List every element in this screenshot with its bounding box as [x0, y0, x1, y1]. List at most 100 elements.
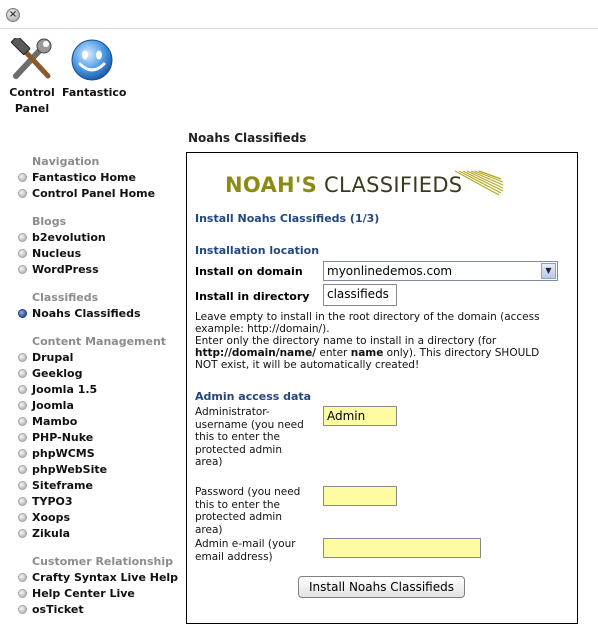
sidebar-head-content-management: Content Management — [32, 335, 167, 348]
help-line: example: http://domain/). — [195, 323, 330, 335]
password-input[interactable] — [323, 486, 397, 506]
active-bullet-icon — [18, 309, 27, 318]
sidebar-item-label: Siteframe — [32, 479, 93, 492]
sidebar-item-label: TYPO3 — [32, 495, 73, 508]
install-button[interactable]: Install Noahs Classifieds — [298, 576, 465, 598]
help-line: http://domain/name/ enter name only). Th… — [195, 347, 565, 359]
sidebar-item-label: Help Center Live — [32, 587, 135, 600]
window-titlebar: × — [0, 0, 598, 29]
sidebar-item-label: Geeklog — [32, 367, 83, 380]
sidebar-item-label: Drupal — [32, 351, 74, 364]
bullet-icon — [18, 529, 27, 538]
sidebar-item-geeklog[interactable]: Geeklog — [18, 367, 82, 380]
sidebar-item-help-center-live[interactable]: Help Center Live — [18, 587, 135, 600]
help-name-example: name — [350, 347, 384, 359]
label-line: area) — [195, 523, 223, 536]
noahs-classifieds-logo: NOAH'S CLASSIFIEDS — [225, 173, 462, 197]
domain-label: Install on domain — [195, 265, 303, 278]
sidebar-item-b2evolution[interactable]: b2evolution — [18, 231, 106, 244]
bullet-icon — [18, 189, 27, 198]
bullet-icon — [18, 481, 27, 490]
label-line: username (you need — [195, 418, 304, 431]
admin-access-heading: Admin access data — [195, 390, 312, 403]
control-panel-button[interactable]: Control Panel — [6, 38, 58, 117]
sidebar-item-drupal[interactable]: Drupal — [18, 351, 73, 364]
label-line: Admin e-mail (your — [195, 538, 296, 550]
sidebar-item-label: Noahs Classifieds — [32, 307, 141, 320]
sidebar-item-crafty-syntax[interactable]: Crafty Syntax Live Help — [18, 571, 178, 584]
help-line: Leave empty to install in the root direc… — [195, 311, 540, 323]
directory-help-text: Leave empty to install in the root direc… — [195, 311, 565, 371]
bullet-icon — [18, 589, 27, 598]
sidebar-item-noahs-classifieds[interactable]: Noahs Classifieds — [18, 307, 141, 320]
sidebar-item-label: Fantastico Home — [32, 171, 136, 184]
sidebar-item-label: Nucleus — [32, 247, 82, 260]
install-panel: NOAH'S CLASSIFIEDS Install Noahs Classif… — [186, 152, 578, 624]
sidebar-item-label: Mambo — [32, 415, 78, 428]
sidebar-item-osticket[interactable]: osTicket — [18, 603, 84, 616]
close-icon[interactable]: × — [6, 8, 20, 22]
admin-email-input[interactable] — [323, 538, 481, 558]
control-panel-label-line2: Panel — [14, 102, 50, 115]
sidebar-item-fantastico-home[interactable]: Fantastico Home — [18, 171, 136, 184]
chevron-down-icon[interactable]: ▼ — [541, 263, 556, 279]
sidebar-item-siteframe[interactable]: Siteframe — [18, 479, 93, 492]
label-line: protected admin — [195, 443, 283, 456]
logo-text-noahs: NOAH'S — [225, 173, 318, 197]
sidebar-item-label: phpWCMS — [32, 447, 95, 460]
bullet-icon — [18, 173, 27, 182]
logo-swoosh-icon — [455, 170, 504, 196]
label-line: Administrator- — [195, 406, 270, 418]
sidebar-item-wordpress[interactable]: WordPress — [18, 263, 99, 276]
fantastico-button[interactable]: Fantastico — [62, 38, 126, 101]
label-line: Password (you need — [195, 486, 301, 498]
sidebar-item-phpwcms[interactable]: phpWCMS — [18, 447, 95, 460]
sidebar-item-typo3[interactable]: TYPO3 — [18, 495, 73, 508]
sidebar-item-label: WordPress — [32, 263, 99, 276]
step-title: Install Noahs Classifieds (1/3) — [195, 212, 380, 225]
sidebar-item-nucleus[interactable]: Nucleus — [18, 247, 81, 260]
admin-username-label: Administrator- username (you need this t… — [195, 406, 304, 469]
domain-select-value: myonlinedemos.com — [327, 264, 453, 278]
directory-input[interactable]: classifieds — [323, 284, 397, 306]
bullet-icon — [18, 605, 27, 614]
sidebar-item-label: Joomla 1.5 — [32, 383, 98, 396]
bullet-icon — [18, 233, 27, 242]
bullet-icon — [18, 417, 27, 426]
sidebar-item-phpwebsite[interactable]: phpWebSite — [18, 463, 107, 476]
label-line: area) — [195, 456, 223, 468]
help-line: Enter only the directory name to install… — [195, 335, 497, 347]
page-title: Noahs Classifieds — [188, 131, 307, 145]
help-text: only). This directory SHOULD — [383, 347, 540, 359]
bullet-icon — [18, 369, 27, 378]
sidebar-item-xoops[interactable]: Xoops — [18, 511, 70, 524]
bullet-icon — [18, 249, 27, 258]
sidebar-item-label: Xoops — [32, 511, 71, 524]
help-line: NOT exist, it will be automatically crea… — [195, 359, 420, 371]
sidebar-item-label: phpWebSite — [32, 463, 108, 476]
sidebar-head-classifieds: Classifieds — [32, 291, 99, 304]
bullet-icon — [18, 513, 27, 522]
bullet-icon — [18, 433, 27, 442]
sidebar-item-joomla-15[interactable]: Joomla 1.5 — [18, 383, 97, 396]
admin-username-input[interactable]: Admin — [323, 406, 397, 426]
control-panel-label-line1: Control — [9, 86, 55, 99]
bullet-icon — [18, 353, 27, 362]
sidebar-item-joomla[interactable]: Joomla — [18, 399, 74, 412]
sidebar-item-mambo[interactable]: Mambo — [18, 415, 77, 428]
label-line: protected admin — [195, 511, 283, 523]
sidebar-item-label: b2evolution — [32, 231, 106, 244]
sidebar-item-control-panel-home[interactable]: Control Panel Home — [18, 187, 155, 200]
bullet-icon — [18, 449, 27, 458]
bullet-icon — [18, 385, 27, 394]
admin-email-label: Admin e-mail (your email address) — [195, 538, 296, 563]
bullet-icon — [18, 265, 27, 274]
sidebar-item-php-nuke[interactable]: PHP-Nuke — [18, 431, 93, 444]
smiley-icon — [71, 39, 113, 81]
domain-select[interactable]: myonlinedemos.com ▼ — [323, 261, 558, 281]
label-line: email address) — [195, 550, 273, 563]
sidebar-item-label: Control Panel Home — [32, 187, 156, 200]
directory-label: Install in directory — [195, 290, 310, 303]
sidebar-item-zikula[interactable]: Zikula — [18, 527, 70, 540]
bullet-icon — [18, 573, 27, 582]
